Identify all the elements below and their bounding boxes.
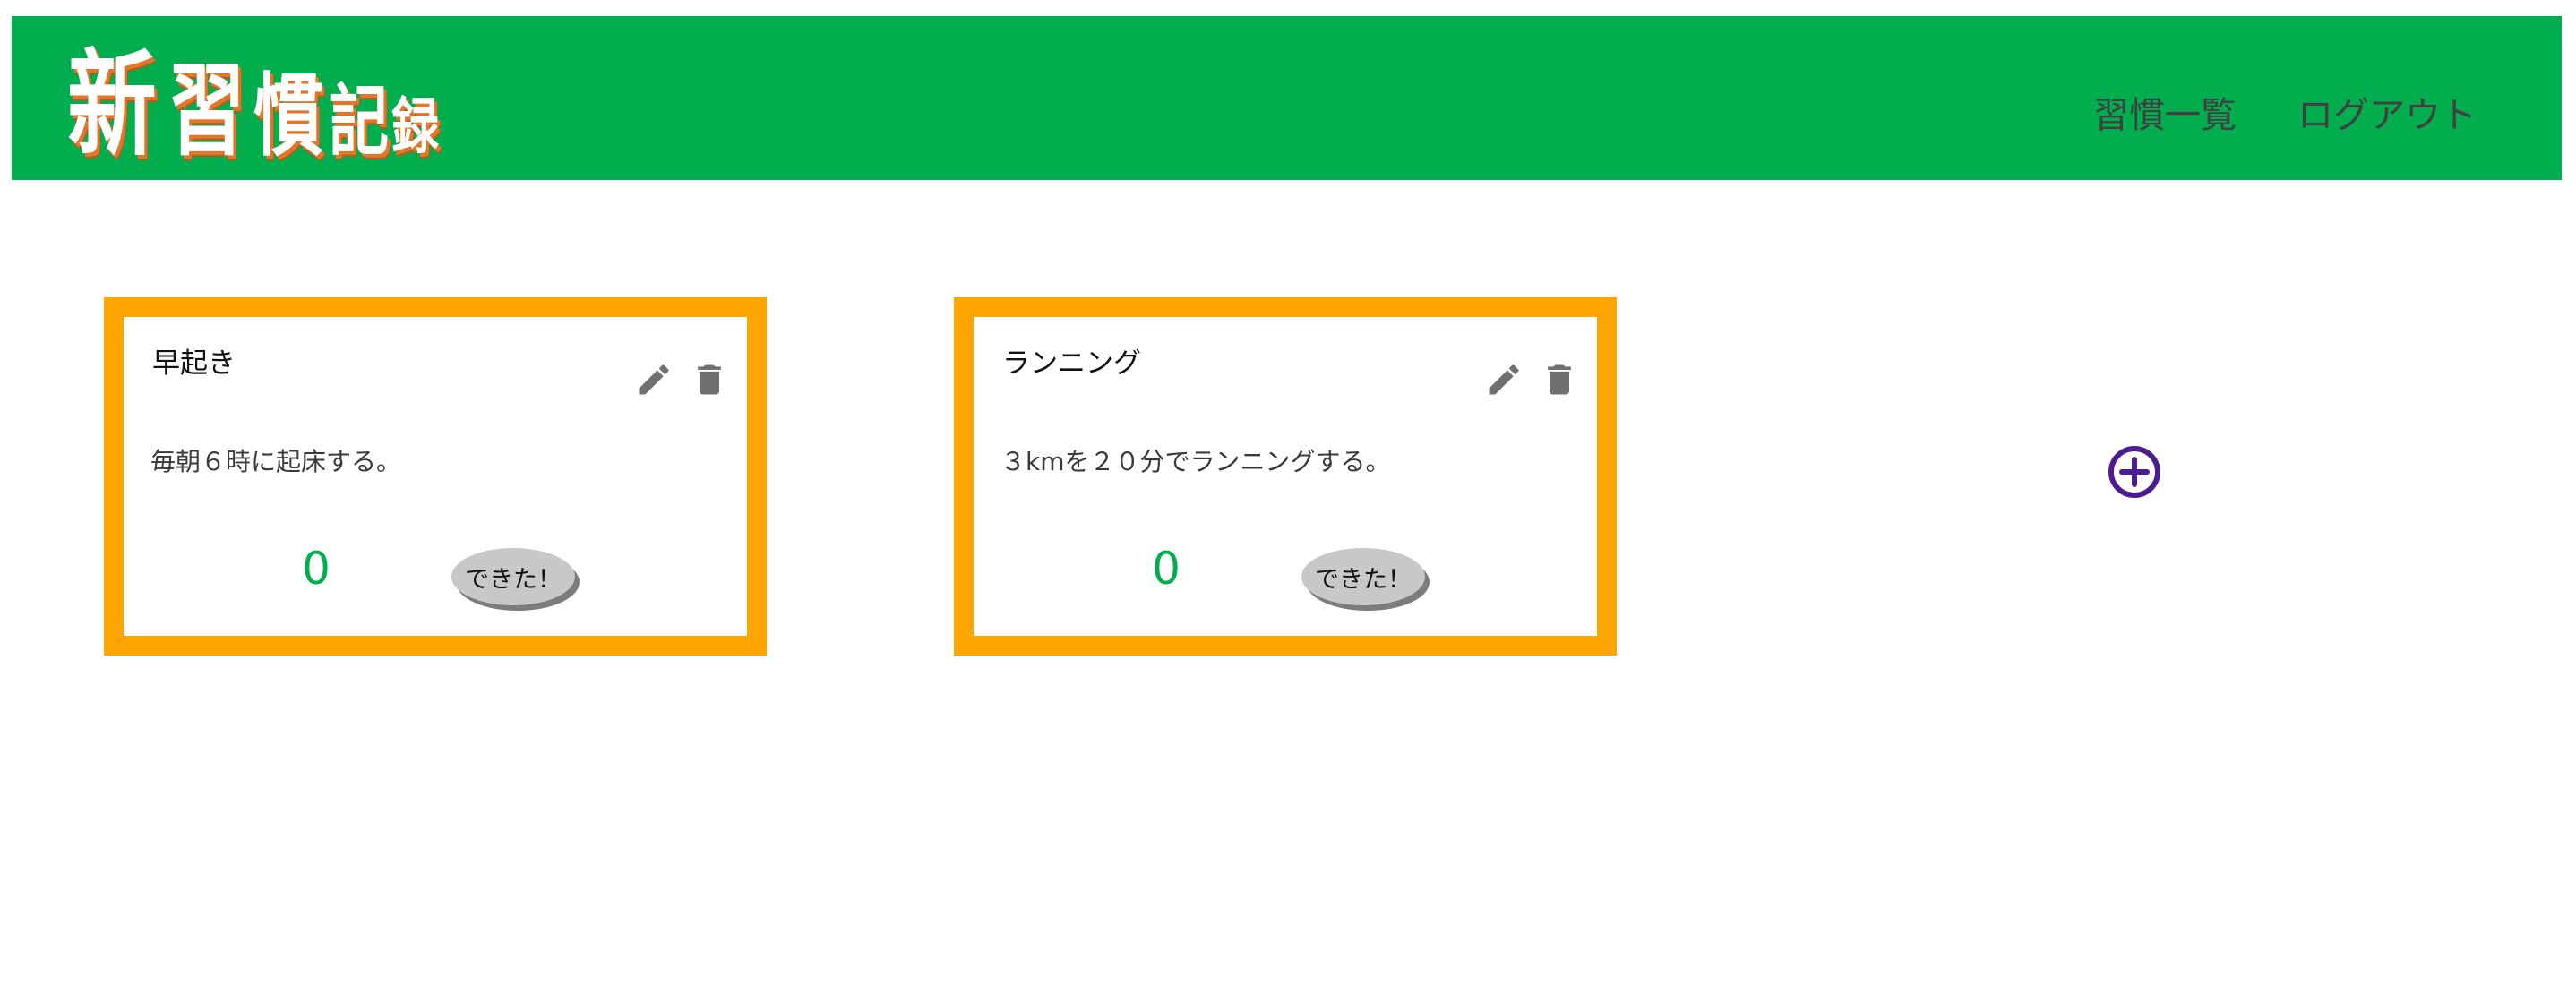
done-button[interactable]: できた！ <box>1301 548 1425 605</box>
top-strip <box>0 0 2576 16</box>
done-button[interactable]: できた！ <box>451 548 575 605</box>
nav-logout-link[interactable]: ログアウト <box>2297 86 2477 138</box>
logo-char: 録 <box>391 92 439 163</box>
habit-card: ランニング ３kmを２０分でランニングする。 0 できた！ <box>954 297 1617 656</box>
habit-count: 0 <box>302 543 331 595</box>
trash-icon[interactable] <box>1540 360 1579 399</box>
trash-icon[interactable] <box>690 360 729 399</box>
habit-description: 毎朝６時に起床する。 <box>150 447 402 476</box>
pencil-icon[interactable] <box>634 360 674 399</box>
logo-char: 習 <box>167 53 245 169</box>
habit-count: 0 <box>1152 543 1181 595</box>
plus-circle-icon[interactable] <box>2106 443 2163 501</box>
app-logo[interactable]: 新 習 慣 記 録 <box>67 25 439 173</box>
nav-habit-list-link[interactable]: 習慣一覧 <box>2093 86 2237 138</box>
app-header: 新 習 慣 記 録 習慣一覧 ログアウト <box>12 16 2562 180</box>
habit-description: ３kmを２０分でランニングする。 <box>1000 447 1391 476</box>
habit-title: 早起き <box>152 347 236 380</box>
habit-title: ランニング <box>1002 347 1141 380</box>
logo-char: 記 <box>329 77 389 167</box>
logo-char: 慣 <box>253 64 323 168</box>
pencil-icon[interactable] <box>1484 360 1524 399</box>
logo-char: 新 <box>67 39 157 172</box>
habit-card: 早起き 毎朝６時に起床する。 0 できた！ <box>104 297 767 656</box>
